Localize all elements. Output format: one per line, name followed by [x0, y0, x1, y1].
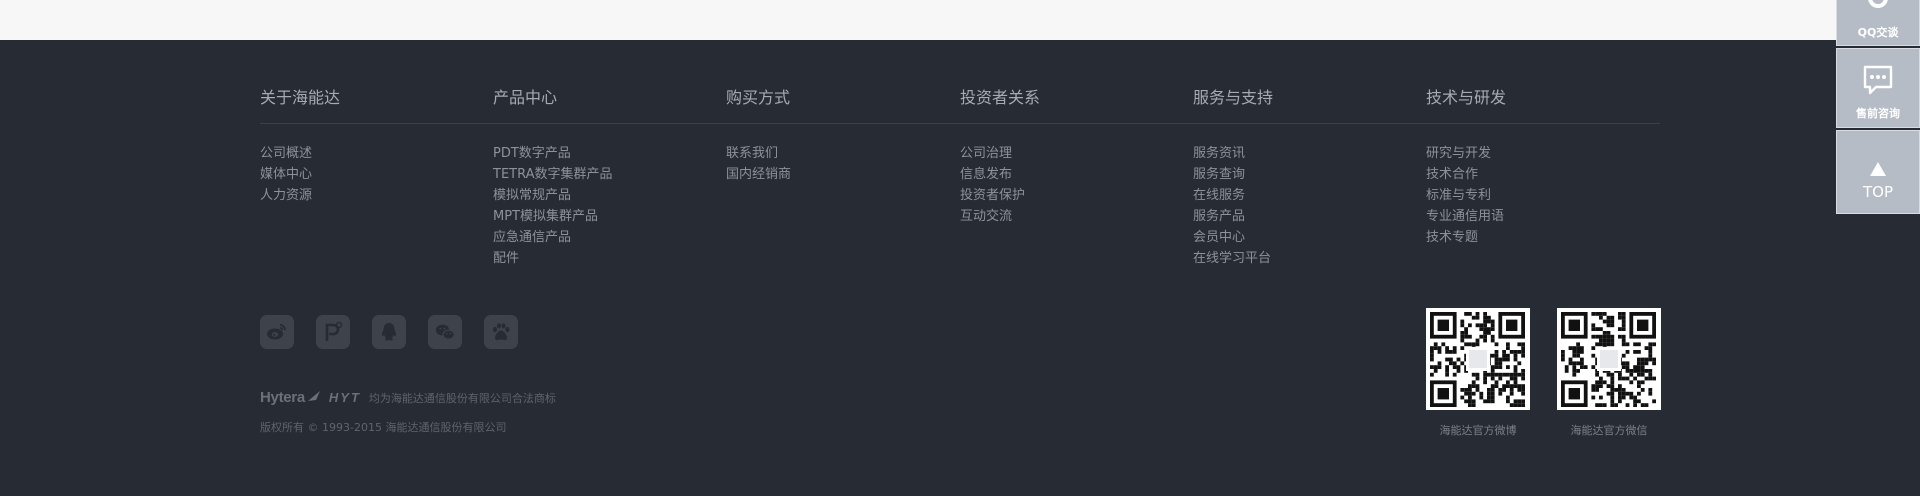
- footer-link[interactable]: PDT数字产品: [493, 143, 613, 164]
- logo-swoosh-icon: [307, 387, 321, 401]
- footer-link[interactable]: 服务产品: [1193, 206, 1271, 227]
- footer-link[interactable]: 互动交流: [960, 206, 1025, 227]
- footer-link[interactable]: 联系我们: [726, 143, 791, 164]
- footer-col-title: 购买方式: [726, 88, 791, 107]
- footer-link[interactable]: 会员中心: [1193, 227, 1271, 248]
- footer-col-title: 服务与支持: [1193, 88, 1274, 107]
- footer-col-title: 投资者关系: [960, 88, 1041, 107]
- social-links: [260, 315, 518, 349]
- footer-link[interactable]: 媒体中心: [260, 164, 312, 185]
- qr-weibo: 海能达官方微博: [1426, 308, 1530, 438]
- footer-col-investors: 投资者关系 公司治理 信息发布 投资者保护 互动交流: [960, 88, 1160, 224]
- footer-col-support: 服务与支持 服务资讯 服务查询 在线服务 服务产品 会员中心 在线学习平台: [1193, 88, 1393, 266]
- qr-code: [1557, 308, 1661, 410]
- back-to-top-label: TOP: [1862, 183, 1893, 201]
- footer-link[interactable]: 服务资讯: [1193, 143, 1271, 164]
- copyright: 版权所有 © 1993-2015 海能达通信股份有限公司: [260, 421, 507, 434]
- qr-code: [1426, 308, 1530, 410]
- footer-col-products: 产品中心 PDT数字产品 TETRA数字集群产品 模拟常规产品 MPT模拟集群产…: [493, 88, 693, 266]
- brand-row: Hytera HYT 均为海能达通信股份有限公司合法商标: [260, 389, 556, 406]
- presale-consult-label: 售前咨询: [1856, 107, 1900, 120]
- footer-link[interactable]: 专业通信用语: [1426, 206, 1504, 227]
- qq-icon[interactable]: [372, 315, 406, 349]
- footer-col-about: 关于海能达 公司概述 媒体中心 人力资源: [260, 88, 460, 203]
- footer-link[interactable]: 技术专题: [1426, 227, 1504, 248]
- footer-link[interactable]: 人力资源: [260, 185, 312, 206]
- footer-link[interactable]: 应急通信产品: [493, 227, 613, 248]
- wechat-icon[interactable]: [428, 315, 462, 349]
- footer-link[interactable]: 国内经销商: [726, 164, 791, 185]
- qq-chat-icon: [1864, 0, 1892, 13]
- footer-col-purchase: 购买方式 联系我们 国内经销商: [726, 88, 926, 182]
- footer-link[interactable]: MPT模拟集群产品: [493, 206, 613, 227]
- site-footer: 关于海能达 公司概述 媒体中心 人力资源 产品中心 PDT数字产品 TETRA数…: [0, 40, 1920, 496]
- footer-link[interactable]: 模拟常规产品: [493, 185, 613, 206]
- footer-col-rnd: 技术与研发 研究与开发 技术合作 标准与专利 专业通信用语 技术专题: [1426, 88, 1626, 245]
- footer-link[interactable]: 服务查询: [1193, 164, 1271, 185]
- footer-link[interactable]: 标准与专利: [1426, 185, 1504, 206]
- hytera-logo: Hytera: [260, 389, 305, 406]
- back-to-top-button[interactable]: TOP: [1836, 130, 1920, 214]
- qq-chat-button[interactable]: QQ交谈: [1836, 0, 1920, 46]
- page-content-end: [0, 0, 1920, 40]
- hyt-logo: HYT: [328, 390, 361, 405]
- qr-caption: 海能达官方微博: [1439, 424, 1517, 437]
- qr-wechat: 海能达官方微信: [1557, 308, 1661, 438]
- baidu-icon[interactable]: [484, 315, 518, 349]
- footer-col-title: 产品中心: [493, 88, 558, 107]
- footer-link[interactable]: 研究与开发: [1426, 143, 1504, 164]
- footer-link[interactable]: 公司治理: [960, 143, 1025, 164]
- chat-bubble-icon: [1861, 63, 1895, 97]
- footer-link[interactable]: 投资者保护: [960, 185, 1025, 206]
- presale-consult-button[interactable]: 售前咨询: [1836, 48, 1920, 128]
- footer-link[interactable]: TETRA数字集群产品: [493, 164, 613, 185]
- footer-link[interactable]: 技术合作: [1426, 164, 1504, 185]
- p-icon[interactable]: [316, 315, 350, 349]
- footer-col-title: 技术与研发: [1426, 88, 1507, 107]
- footer-link[interactable]: 公司概述: [260, 143, 312, 164]
- arrow-up-icon: [1869, 161, 1887, 177]
- qr-caption: 海能达官方微信: [1570, 424, 1648, 437]
- footer-link[interactable]: 配件: [493, 248, 613, 269]
- footer-link[interactable]: 信息发布: [960, 164, 1025, 185]
- weibo-icon[interactable]: [260, 315, 294, 349]
- qq-chat-label: QQ交谈: [1857, 26, 1899, 39]
- footer-divider: [260, 123, 1660, 124]
- footer-col-title: 关于海能达: [260, 88, 341, 107]
- footer-link[interactable]: 在线学习平台: [1193, 248, 1271, 269]
- footer-link[interactable]: 在线服务: [1193, 185, 1271, 206]
- trademark-notice: 均为海能达通信股份有限公司合法商标: [368, 391, 556, 405]
